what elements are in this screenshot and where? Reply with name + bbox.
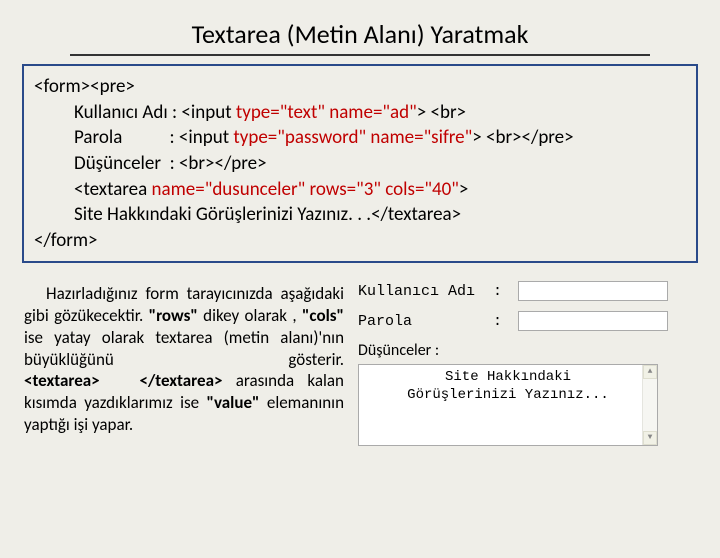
page-title: Textarea (Metin Alanı) Yaratmak [70,18,650,56]
code-attr: type="text" name="ad" [236,101,417,124]
thoughts-textarea[interactable]: Site Hakkındaki Görüşlerinizi Yazınız...… [358,364,658,446]
para-text: dikey olarak , [198,305,302,326]
username-input[interactable] [518,281,668,301]
code-line: Kullanıcı Adı : <input type="text" name=… [34,100,686,126]
code-text: > <br></pre> [472,126,573,149]
code-text: > [459,178,468,201]
value-keyword: "value" [207,392,260,413]
password-input[interactable] [518,311,668,331]
form-preview: Kullanıcı Adı : Parola : Düşünceler : Si… [358,277,696,446]
textarea-open-keyword: <textarea> [24,370,100,391]
code-line: Site Hakkındaki Görüşlerinizi Yazınız. .… [34,202,686,228]
code-line: Düşünceler : <br></pre> [34,151,686,177]
code-line: <form><pre> [34,74,686,100]
scroll-up-icon[interactable]: ▲ [643,365,657,379]
code-text: Parola : <input [74,126,233,149]
password-label: Parola : [358,313,518,330]
textarea-content-line: Site Hakkındaki [365,369,651,387]
preview-row-user: Kullanıcı Adı : [358,281,696,301]
code-text: <textarea [74,178,152,201]
scroll-down-icon[interactable]: ▼ [643,431,657,445]
scrollbar[interactable]: ▲ ▼ [642,365,657,445]
thoughts-label: Düşünceler : [358,341,696,360]
code-line: <textarea name="dusunceler" rows="3" col… [34,177,686,203]
cols-keyword: "cols" [302,305,344,326]
rows-keyword: "rows" [149,305,198,326]
explanation-paragraph: Hazırladığınız form tarayıcınızda aşağıd… [24,277,344,446]
preview-row-pass: Parola : [358,311,696,331]
code-attr: type="password" name="sifre" [233,126,472,149]
username-label: Kullanıcı Adı : [358,283,518,300]
para-text: ise yatay olarak textarea (metin alanı)'… [24,327,344,370]
textarea-close-keyword: </textarea> [140,370,223,391]
code-sample-box: <form><pre> Kullanıcı Adı : <input type=… [22,64,698,263]
code-line: </form> [34,228,686,254]
textarea-content-line: Görüşlerinizi Yazınız... [365,387,651,405]
code-text: Kullanıcı Adı : <input [74,101,236,124]
code-text: > <br> [417,101,466,124]
code-attr: name="dusunceler" rows="3" cols="40" [152,178,459,201]
code-line: Parola : <input type="password" name="si… [34,125,686,151]
